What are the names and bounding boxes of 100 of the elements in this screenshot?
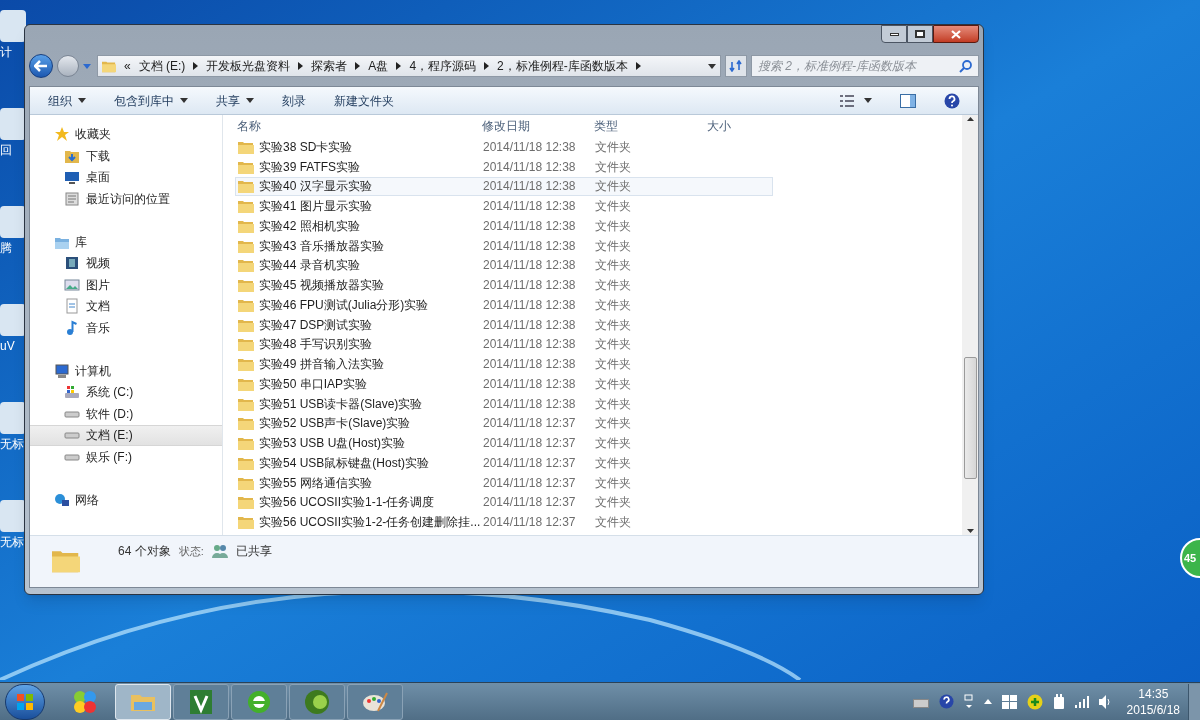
file-row[interactable]: 实验42 照相机实验 2014/11/18 12:38 文件夹 — [235, 216, 773, 236]
nav-item[interactable]: 下载 — [30, 145, 222, 167]
scrollbar[interactable] — [962, 115, 978, 535]
file-row[interactable]: 实验41 图片显示实验 2014/11/18 12:38 文件夹 — [235, 196, 773, 216]
file-row[interactable]: 实验53 USB U盘(Host)实验 2014/11/18 12:37 文件夹 — [235, 433, 773, 453]
desktop-icon[interactable] — [0, 500, 26, 532]
breadcrumb-item[interactable]: 文档 (E:) — [138, 57, 186, 75]
windows-logo-icon — [16, 692, 34, 711]
show-desktop-button[interactable] — [1188, 683, 1200, 720]
file-row[interactable]: 实验51 USB读卡器(Slave)实验 2014/11/18 12:38 文件夹 — [235, 393, 773, 414]
file-row[interactable]: 实验45 视频播放器实验 2014/11/18 12:38 文件夹 — [235, 275, 773, 295]
folder-icon — [238, 159, 254, 174]
toolbar-button[interactable]: 组织 — [48, 91, 86, 110]
file-name: 实验56 UCOSII实验1-1-任务调度 — [259, 494, 435, 512]
breadcrumb-item[interactable]: A盘 — [368, 57, 389, 75]
toolbar-button[interactable]: 包含到库中 — [114, 91, 188, 110]
nav-item-label: 图片 — [86, 276, 110, 294]
file-row[interactable]: 实验54 USB鼠标键盘(Host)实验 2014/11/18 12:37 文件夹 — [235, 453, 773, 473]
nav-group-item[interactable]: 库 — [30, 230, 222, 253]
breadcrumb-item[interactable]: 探索者 — [311, 57, 348, 75]
folder-icon — [238, 199, 254, 214]
nav-item[interactable]: 软件 (D:) — [30, 403, 222, 425]
preview-pane-button[interactable] — [900, 93, 916, 108]
nav-group-item[interactable]: 收藏夹 — [30, 123, 222, 145]
power-plug-icon[interactable] — [1052, 693, 1065, 710]
file-type: 文件夹 — [595, 375, 631, 393]
toolbar-button[interactable]: 新建文件夹 — [334, 91, 394, 110]
nav-item[interactable]: 系统 (C:) — [30, 381, 222, 403]
close-button[interactable] — [933, 25, 979, 43]
scrollbar-thumb[interactable] — [963, 357, 977, 479]
address-bar[interactable]: « 文档 (E:) 开发板光盘资料 探索者 A盘 4，程序源码 2，标准例程-库函数版本 — [97, 55, 721, 77]
nav-item[interactable]: 图片 — [30, 274, 222, 296]
column-header[interactable]: 修改日期 — [482, 117, 594, 135]
desktop-icon[interactable] — [0, 304, 26, 336]
file-row[interactable]: 实验40 汉字显示实验 2014/11/18 12:38 文件夹 — [235, 176, 773, 197]
nav-item[interactable]: 桌面 — [30, 166, 222, 188]
taskbar-app[interactable] — [231, 683, 287, 720]
column-header[interactable]: 大小 — [707, 117, 777, 135]
nav-item[interactable]: 文档 (E:) — [30, 424, 222, 446]
show-hidden-icons[interactable] — [983, 699, 992, 704]
windows-grid-icon[interactable] — [1001, 694, 1017, 709]
modified-date: 2014/11/18 12:38 — [483, 178, 577, 196]
refresh-button[interactable] — [725, 55, 747, 77]
help-button[interactable] — [944, 92, 960, 109]
nav-item[interactable]: 最近访问的位置 — [30, 188, 222, 210]
file-row[interactable]: 实验48 手写识别实验 2014/11/18 12:38 文件夹 — [235, 334, 773, 355]
nav-item-label: 下载 — [86, 147, 110, 165]
file-row[interactable]: 实验55 网络通信实验 2014/11/18 12:37 文件夹 — [235, 472, 773, 493]
clock[interactable]: 14:35 2015/6/18 — [1126, 685, 1180, 718]
file-name: 实验55 网络通信实验 — [259, 474, 372, 492]
file-row[interactable]: 实验43 音乐播放器实验 2014/11/18 12:38 文件夹 — [235, 235, 773, 256]
file-row[interactable]: 实验47 DSP测试实验 2014/11/18 12:38 文件夹 — [235, 314, 773, 335]
view-options-button[interactable] — [840, 94, 872, 107]
nav-item[interactable]: 视频 — [30, 252, 222, 274]
breadcrumb-item[interactable]: « — [124, 57, 131, 75]
taskbar-app[interactable] — [289, 683, 345, 720]
folder-icon — [238, 218, 254, 233]
speaker-icon[interactable] — [1098, 694, 1111, 709]
taskbar-app[interactable] — [347, 683, 403, 720]
file-row[interactable]: 实验56 UCOSII实验1-2-任务创建删除挂... 2014/11/18 12:37 文件夹 — [235, 512, 773, 532]
breadcrumb-item[interactable]: 2，标准例程-库函数版本 — [497, 57, 628, 75]
file-row[interactable]: 实验39 FATFS实验 2014/11/18 12:38 文件夹 — [235, 156, 773, 177]
start-button[interactable] — [5, 683, 45, 720]
toolbar-button[interactable]: 刻录 — [282, 91, 306, 110]
file-name: 实验41 图片显示实验 — [259, 198, 372, 216]
desktop-icon[interactable] — [0, 10, 26, 42]
column-header[interactable]: 类型 — [594, 117, 707, 135]
desktop-icon[interactable] — [0, 108, 26, 140]
nav-item[interactable]: 音乐 — [30, 317, 222, 339]
file-row[interactable]: 实验56 UCOSII实验1-1-任务调度 2014/11/18 12:37 文件夹 — [235, 492, 773, 513]
desktop-icon[interactable] — [0, 402, 26, 434]
maximize-button[interactable] — [907, 25, 933, 43]
nav-group-item[interactable]: 计算机 — [30, 359, 222, 382]
file-row[interactable]: 实验44 录音机实验 2014/11/18 12:38 文件夹 — [235, 255, 773, 276]
minimize-button[interactable] — [881, 25, 907, 43]
nav-item[interactable]: 娱乐 (F:) — [30, 446, 222, 468]
column-header[interactable]: 名称 — [237, 117, 482, 135]
breadcrumb-item[interactable]: 开发板光盘资料 — [206, 57, 291, 75]
nav-item[interactable]: 文档 — [30, 295, 222, 317]
file-row[interactable]: 实验52 USB声卡(Slave)实验 2014/11/18 12:37 文件夹 — [235, 413, 773, 434]
music-icon — [64, 319, 80, 336]
nav-item-label: 文档 (E:) — [86, 427, 133, 445]
file-row[interactable]: 实验46 FPU测试(Julia分形)实验 2014/11/18 12:38 文件夹 — [235, 295, 773, 315]
file-row[interactable]: 实验50 串口IAP实验 2014/11/18 12:38 文件夹 — [235, 374, 773, 394]
breadcrumb-item[interactable]: 4，程序源码 — [409, 57, 477, 75]
desktop-icon[interactable] — [0, 206, 26, 238]
file-type: 文件夹 — [595, 237, 631, 255]
toolbar-button[interactable]: 共享 — [216, 91, 254, 110]
back-button[interactable] — [29, 54, 53, 78]
help-icon[interactable] — [938, 694, 954, 709]
search-field[interactable]: 搜索 2，标准例程-库函数版本 — [751, 55, 979, 77]
signal-bars-icon[interactable] — [1074, 695, 1089, 708]
file-row[interactable]: 实验49 拼音输入法实验 2014/11/18 12:38 文件夹 — [235, 354, 773, 374]
file-type: 文件夹 — [595, 474, 631, 492]
plus-badge-icon[interactable] — [1026, 693, 1043, 710]
windows-switch-icon[interactable] — [963, 693, 974, 710]
file-row[interactable]: 实验38 SD卡实验 2014/11/18 12:38 文件夹 — [235, 137, 773, 157]
taskbar-app[interactable] — [173, 683, 229, 720]
nav-group-item[interactable]: 网络 — [30, 488, 222, 511]
desktop-icon — [64, 169, 80, 186]
